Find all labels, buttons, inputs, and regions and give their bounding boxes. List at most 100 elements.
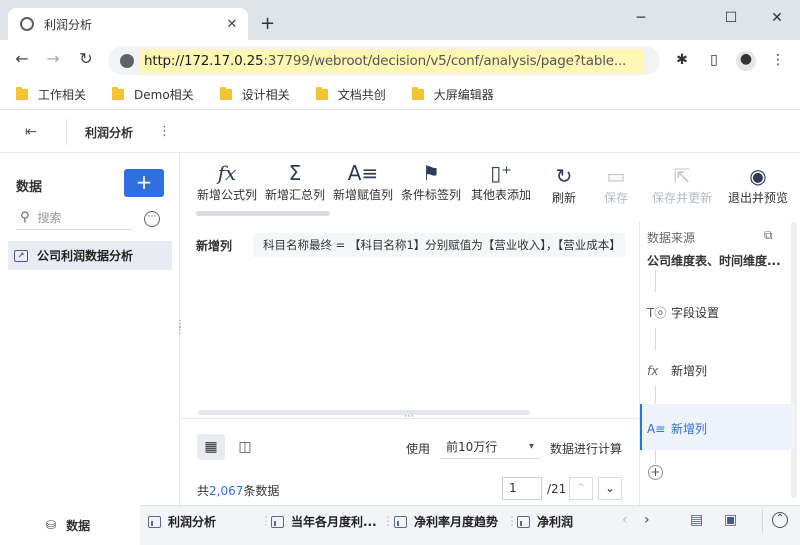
resize-handle[interactable]: ⋮ ⋮ (175, 320, 185, 336)
sheet-tab-3[interactable]: 净利润 (517, 513, 573, 530)
sheet-tab-2[interactable]: 净利率月度趋势 (394, 513, 498, 530)
tab-separator: ⋮ (382, 514, 394, 528)
bookmark-label: 设计相关 (241, 88, 290, 102)
data-tab-label: 数据 (66, 518, 91, 533)
sidepanel-icon[interactable]: ▯ (704, 52, 724, 70)
add-component-icon[interactable]: ▤ (690, 512, 703, 528)
count-prefix: 共 (197, 484, 210, 498)
chevron-down-icon: ▾ (528, 441, 534, 452)
search-input[interactable]: ⚲ 搜索 (16, 206, 132, 230)
exit-preview-button[interactable]: ◉ 退出并预览 (726, 163, 790, 206)
step-label: 新增列 (671, 422, 708, 436)
bookmark-3[interactable]: 文档共创 (315, 86, 386, 103)
right-scrollbar[interactable] (791, 222, 797, 498)
sigma-icon: Σ (288, 161, 302, 185)
flag-icon: ⚑ (422, 161, 440, 185)
search-placeholder: 搜索 (37, 211, 62, 225)
url-path: :37799/webroot/decision/v5/conf/analysis… (263, 52, 627, 69)
step-connector (655, 328, 656, 350)
table-add-icon: ▯⁺ (490, 161, 512, 185)
step-connector (655, 270, 656, 292)
bookmark-0[interactable]: 工作相关 (16, 86, 86, 103)
close-window-icon[interactable]: ✕ (762, 10, 792, 26)
page-total: /21 (547, 482, 567, 496)
condition-tag-column-button[interactable]: ⚑ 条件标签列 (400, 160, 462, 203)
rows-select[interactable]: 前10万行 ▾ (440, 435, 540, 459)
step-new-column-formula[interactable]: fx 新增列 (647, 362, 707, 379)
horizontal-scrollbar[interactable] (198, 410, 530, 415)
page-down-button[interactable]: ⌄ (598, 477, 622, 500)
page-input[interactable]: 1 (502, 477, 542, 500)
add-assign-column-button[interactable]: A≡ 新增赋值列 (332, 160, 394, 203)
back-icon[interactable]: ← (11, 49, 33, 68)
rows-select-value: 前10万行 (446, 440, 498, 454)
sheet-tab-label: 净利润 (537, 515, 574, 529)
scroll-right-icon[interactable]: › (644, 512, 650, 528)
maximize-icon[interactable]: ☐ (716, 10, 746, 26)
scroll-left-icon[interactable]: ‹ (622, 512, 628, 528)
tab-title: 利润分析 (44, 17, 93, 32)
forward-icon[interactable]: → (42, 49, 64, 68)
folder-icon (112, 87, 125, 100)
source-label: 数据来源 (647, 231, 696, 245)
step-label: 新增列 (671, 364, 708, 378)
data-item-selected[interactable]: ↗ 公司利润数据分析 (8, 241, 172, 270)
header-divider (66, 119, 67, 145)
minimize-icon[interactable]: ─ (626, 10, 656, 26)
count-value: 2,067 (209, 484, 244, 498)
exit-icon[interactable]: ⇤ (25, 124, 37, 140)
add-dashboard-icon[interactable]: ▣ (724, 512, 737, 528)
compute-label: 数据进行计算 (550, 442, 623, 456)
tool-label: 其他表添加 (470, 188, 531, 202)
save-button[interactable]: ▭ 保存 (596, 163, 636, 206)
grid-view-icon[interactable]: ▦ (197, 434, 225, 460)
toolbar-scroll-indicator (196, 211, 330, 216)
tool-label: 保存 (603, 191, 628, 205)
fx-icon: fx (647, 363, 659, 378)
collapse-icon[interactable]: ⌃ (772, 512, 788, 528)
bookmark-2[interactable]: 设计相关 (219, 86, 290, 103)
add-data-button[interactable]: + (124, 169, 164, 197)
save-and-update-button[interactable]: ⇱ 保存并更新 (650, 163, 714, 206)
more-icon[interactable]: ⋮ (158, 124, 171, 139)
add-formula-column-button[interactable]: fx 新增公式列 (196, 160, 258, 203)
bookmark-1[interactable]: Demo相关 (112, 86, 194, 103)
step-new-column-assign[interactable]: A≡ 新增列 (647, 420, 707, 437)
page-up-button[interactable]: ⌃ (569, 477, 593, 500)
source-switch-icon[interactable]: ⧉ (764, 228, 773, 243)
reload-icon[interactable]: ↻ (75, 49, 97, 68)
url-field[interactable]: http://172.17.0.25:37799/webroot/decisio… (108, 46, 660, 75)
dashboard-icon (148, 515, 161, 528)
step-label: 字段设置 (671, 306, 720, 320)
folder-icon (315, 87, 328, 100)
folder-icon (219, 87, 232, 100)
assign-icon: A≡ (647, 421, 666, 436)
sheet-tab-0[interactable]: 利润分析 (148, 513, 216, 530)
save-update-icon: ⇱ (673, 164, 691, 188)
tool-label: 新增赋值列 (332, 188, 393, 202)
layout-view-icon[interactable]: ◫ (232, 434, 258, 460)
close-tab-icon[interactable]: ✕ (222, 17, 242, 32)
add-summary-column-button[interactable]: Σ 新增汇总列 (264, 160, 326, 203)
browser-tab[interactable]: 利润分析 ✕ (8, 8, 248, 40)
add-step-icon[interactable]: + (648, 465, 663, 480)
bookmark-label: 文档共创 (337, 88, 386, 102)
sheet-tab-label: 净利率月度趋势 (414, 515, 499, 529)
profile-icon[interactable]: ● (736, 51, 756, 71)
chart-icon (271, 515, 284, 528)
sheet-tab-1[interactable]: 当年各月度利... (271, 513, 377, 530)
add-other-table-button[interactable]: ▯⁺ 其他表添加 (468, 160, 534, 203)
refresh-button[interactable]: ↻ 刷新 (544, 163, 584, 206)
menu-icon[interactable]: ⋮ (768, 52, 788, 70)
step-field-settings[interactable]: Tⓞ 字段设置 (647, 304, 719, 321)
new-tab-button[interactable]: + (260, 13, 275, 34)
url-text[interactable]: http://172.17.0.25:37799/webroot/decisio… (140, 48, 644, 73)
bookmark-4[interactable]: 大屏编辑器 (411, 86, 494, 103)
formula-text[interactable]: 科目名称最终 = 【科目名称1】分别赋值为【营业收入】，【营业成本】 (253, 233, 625, 257)
site-info-icon[interactable] (120, 53, 134, 68)
bookmark-label: Demo相关 (134, 88, 194, 102)
more-options-icon[interactable]: ··· (144, 211, 160, 227)
extensions-icon[interactable]: ✱ (672, 52, 692, 70)
data-tab[interactable]: ⛁ 数据 (0, 505, 140, 545)
save-icon: ▭ (606, 164, 626, 188)
